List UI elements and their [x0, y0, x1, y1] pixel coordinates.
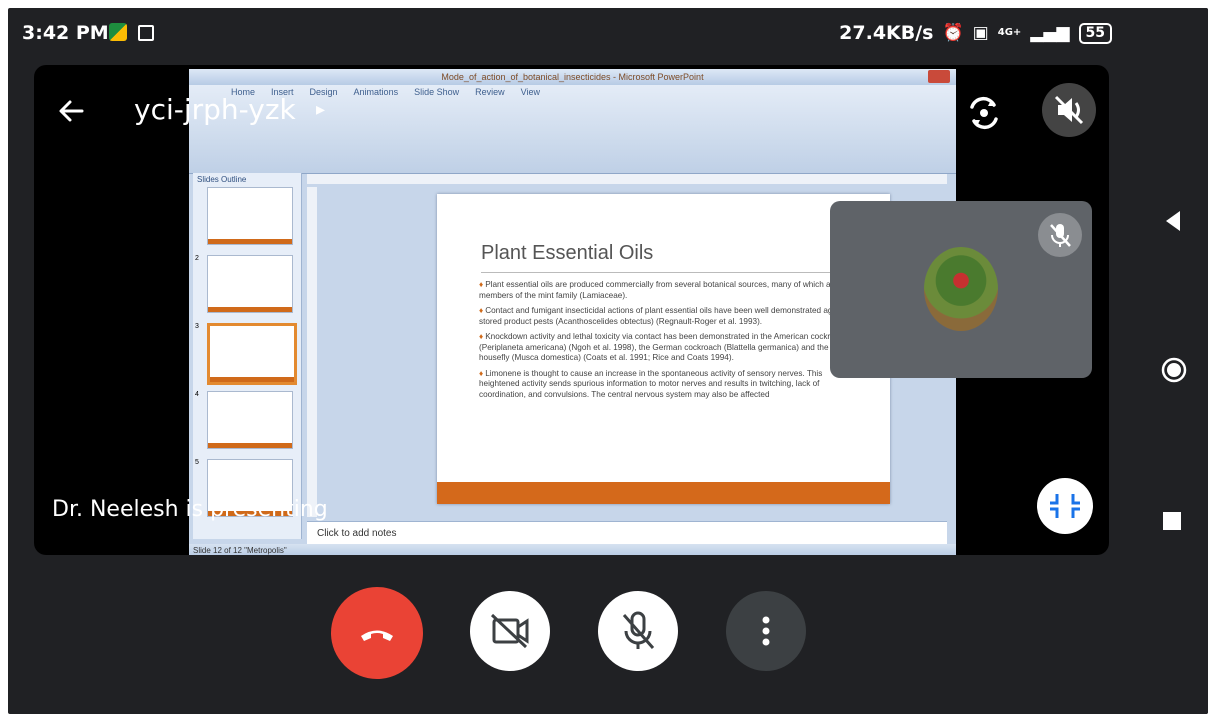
status-bar: 3:42 PM 27.4KB/s ⏰ ▣ 4G+ ▂▄▆ 55 [8, 8, 1208, 58]
nav-home-icon[interactable] [1160, 356, 1188, 384]
slide-thumbnail [207, 255, 293, 313]
alarm-off-icon: ⏰ [942, 23, 964, 43]
slide-bullet: Contact and fumigant insecticidal action… [479, 306, 855, 327]
ppt-title-bar: Mode_of_action_of_botanical_insecticides… [189, 69, 956, 85]
ppt-ribbon: Home Insert Design Animations Slide Show… [189, 85, 956, 174]
ppt-notes-pane: Click to add notes [307, 521, 947, 544]
slide-number: 4 [195, 391, 199, 398]
signal-icon: ▂▄▆ [1030, 23, 1070, 43]
slide-footer-bar [437, 482, 890, 504]
slide-thumbnail [207, 187, 293, 245]
slide-bullet: Limonene is thought to cause an increase… [479, 369, 855, 401]
ppt-tab: Slide Show [414, 87, 460, 97]
camera-indicator-icon [138, 25, 154, 41]
meet-app-icon [109, 23, 127, 41]
phone-screen: 3:42 PM 27.4KB/s ⏰ ▣ 4G+ ▂▄▆ 55 Mode_of_… [8, 8, 1208, 714]
mic-toggle-button[interactable] [598, 591, 678, 671]
avatar [924, 247, 998, 331]
volume-muted-button[interactable] [1042, 83, 1096, 137]
camera-toggle-button[interactable] [470, 591, 550, 671]
nav-back-icon[interactable] [1158, 206, 1188, 236]
self-mic-muted-indicator [1038, 213, 1082, 257]
ppt-tab: Animations [353, 87, 399, 97]
ppt-status-text: Slide 12 of 12 "Metropolis" [193, 546, 287, 555]
ppt-slides-panel: Slides Outline 2 3 4 5 [193, 173, 302, 539]
ppt-tab: Design [309, 87, 338, 97]
arrow-left-icon[interactable] [52, 91, 92, 131]
presenting-banner: Dr. Neelesh is presenting [52, 497, 328, 522]
net-speed: 27.4KB/s [839, 22, 934, 44]
minimize-icon [1050, 494, 1080, 518]
more-options-button[interactable] [726, 591, 806, 671]
volte-icon: ▣ [972, 23, 989, 43]
slide-number: 5 [195, 459, 199, 466]
minimize-button[interactable] [1037, 478, 1093, 534]
ppt-window-title: Mode_of_action_of_botanical_insecticides… [441, 72, 704, 82]
status-time: 3:42 PM [22, 22, 109, 44]
slide-bullet: Plant essential oils are produced commer… [479, 280, 855, 301]
slide-title: Plant Essential Oils [481, 242, 654, 264]
end-call-button[interactable] [331, 587, 423, 679]
slide-divider [481, 272, 851, 273]
volume-muted-icon [1054, 95, 1084, 125]
ppt-tab: View [520, 87, 540, 97]
slide-thumbnail-selected [207, 323, 297, 385]
ppt-horizontal-ruler [307, 174, 947, 184]
notes-placeholder: Click to add notes [317, 528, 397, 539]
presentation-stage[interactable]: Mode_of_action_of_botanical_insecticides… [34, 65, 1109, 555]
slide-number: 2 [195, 255, 199, 262]
ppt-tab: Review [475, 87, 505, 97]
ppt-close-icon [928, 70, 950, 83]
current-slide: Plant Essential Oils Plant essential oil… [437, 194, 890, 504]
nav-recents-icon[interactable] [1160, 509, 1184, 533]
ppt-panel-tab: Outline [221, 175, 247, 184]
meeting-code[interactable]: yci-jrph-yzk [134, 93, 296, 126]
phone-hangup-icon [361, 630, 393, 641]
mic-off-icon [1050, 224, 1071, 247]
more-vertical-icon [762, 616, 770, 646]
status-right: 27.4KB/s ⏰ ▣ 4G+ ▂▄▆ 55 [839, 22, 1112, 44]
ppt-vertical-ruler [307, 187, 317, 517]
slide-body: Plant essential oils are produced commer… [479, 280, 855, 405]
ppt-status-bar: Slide 12 of 12 "Metropolis" [189, 544, 956, 555]
slide-thumbnail [207, 391, 293, 449]
chevron-right-icon[interactable]: ▸ [316, 99, 325, 120]
battery-level: 55 [1078, 22, 1112, 44]
videocam-off-icon [490, 613, 529, 649]
self-view-tile[interactable] [830, 201, 1092, 378]
ppt-panel-tab: Slides [197, 175, 219, 184]
mic-off-icon [622, 611, 655, 649]
slide-bullet: Knockdown activity and lethal toxicity v… [479, 332, 855, 364]
slide-number: 3 [195, 323, 199, 330]
network-type: 4G+ [997, 27, 1022, 38]
switch-camera-icon[interactable] [962, 91, 1006, 135]
